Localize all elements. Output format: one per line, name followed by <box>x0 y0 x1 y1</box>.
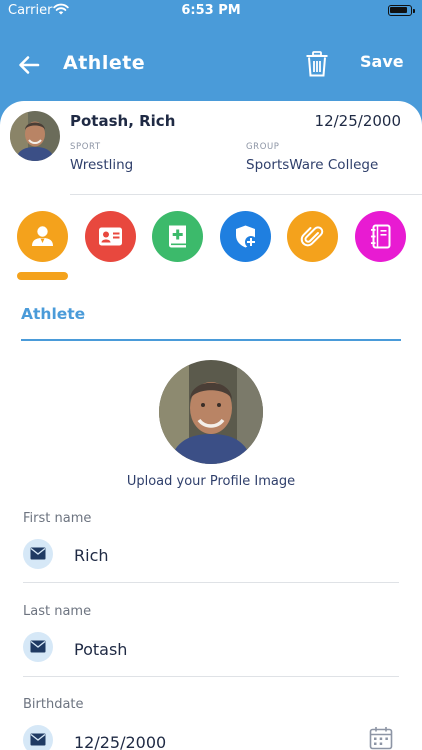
athlete-name: Potash, Rich <box>70 112 176 130</box>
last-name-field[interactable]: Potash <box>74 640 127 659</box>
last-name-label: Last name <box>23 604 92 619</box>
sport-value: Wrestling <box>70 157 134 173</box>
back-arrow-icon[interactable] <box>16 52 42 78</box>
section-underline <box>21 339 401 341</box>
shield-plus-icon <box>235 225 257 248</box>
tab-medical[interactable] <box>152 211 203 262</box>
status-bar: Carrier 6:53 PM <box>0 0 422 22</box>
tab-attachments[interactable] <box>287 211 338 262</box>
divider <box>70 194 422 195</box>
medical-book-icon <box>168 225 186 248</box>
paperclip-icon <box>300 226 324 247</box>
tab-insurance[interactable] <box>219 211 271 262</box>
birthdate-field[interactable]: 12/25/2000 <box>74 733 166 750</box>
person-icon <box>32 226 53 246</box>
divider <box>23 676 399 677</box>
sport-label: SPORT <box>70 142 101 152</box>
notebook-icon <box>370 224 390 249</box>
first-name-icon-wrap <box>23 539 53 569</box>
birthdate-label: Birthdate <box>23 697 84 712</box>
trash-icon[interactable] <box>305 51 329 77</box>
tab-athlete[interactable] <box>17 211 68 262</box>
birthdate-icon-wrap <box>23 725 53 750</box>
envelope-icon <box>30 640 46 653</box>
profile-image[interactable] <box>159 360 263 464</box>
tab-contacts[interactable] <box>84 211 136 262</box>
envelope-icon <box>30 547 46 560</box>
athlete-date: 12/25/2000 <box>314 112 401 130</box>
active-tab-indicator <box>17 272 68 280</box>
section-title: Athlete <box>21 305 86 323</box>
last-name-icon-wrap <box>23 632 53 662</box>
envelope-icon <box>30 733 46 746</box>
divider <box>23 582 399 583</box>
group-value: SportsWare College <box>246 157 379 173</box>
battery-icon <box>388 5 415 16</box>
tab-notes[interactable] <box>354 211 406 262</box>
first-name-field[interactable]: Rich <box>74 546 109 565</box>
calendar-icon[interactable] <box>369 726 393 750</box>
clock: 6:53 PM <box>181 3 241 18</box>
page-title: Athlete <box>63 52 146 74</box>
group-label: GROUP <box>246 142 280 152</box>
avatar <box>10 111 60 161</box>
contact-card-icon <box>98 227 122 246</box>
first-name-label: First name <box>23 511 92 526</box>
save-button[interactable]: Save <box>360 52 404 71</box>
upload-profile-image-link[interactable]: Upload your Profile Image <box>0 474 422 489</box>
